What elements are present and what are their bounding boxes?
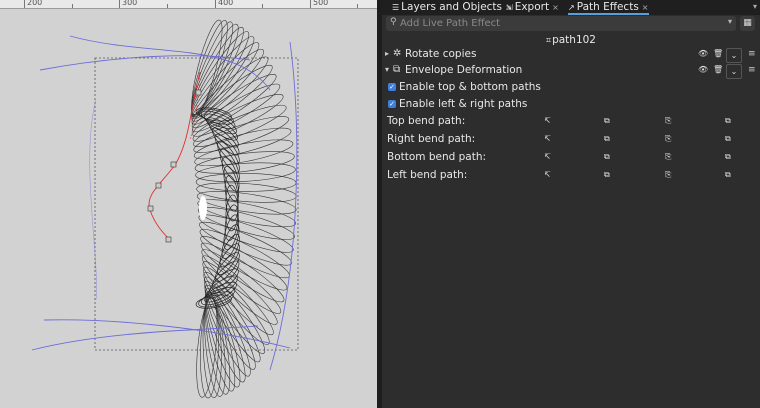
path-name-text: path102: [552, 34, 596, 46]
checkbox-checked-icon[interactable]: ✓: [388, 83, 396, 91]
link-path-icon[interactable]: ⧉: [725, 170, 731, 180]
bend-row-top: Top bend path: ↸ ⧉ ⎘ ⧉: [387, 115, 757, 130]
tab-label: Export: [514, 1, 550, 13]
paste-path-icon[interactable]: ⎘: [665, 134, 671, 144]
paste-path-icon[interactable]: ⎘: [665, 116, 671, 126]
ruler-tick: [262, 4, 263, 8]
edit-on-canvas-icon[interactable]: ↸: [544, 152, 551, 161]
drawing-canvas[interactable]: [0, 9, 377, 408]
edit-on-canvas-icon[interactable]: ↸: [544, 116, 551, 125]
bend-row-right: Right bend path: ↸ ⧉ ⎘ ⧉: [387, 133, 757, 148]
enable-left-right-checkbox[interactable]: ✓ Enable left & right paths: [388, 98, 527, 112]
search-input[interactable]: [400, 16, 720, 31]
enable-top-bottom-checkbox[interactable]: ✓ Enable top & bottom paths: [388, 81, 541, 95]
node-handle[interactable]: [195, 89, 202, 96]
left-bend-path[interactable]: [89, 99, 97, 301]
current-path-label: ⌗path102: [382, 34, 760, 46]
shape-center-hole: [199, 196, 207, 220]
edit-on-canvas-icon[interactable]: ↸: [544, 134, 551, 143]
ruler-label: 300: [122, 0, 138, 7]
link-path-icon[interactable]: ⧉: [725, 134, 731, 144]
link-path-icon[interactable]: ⧉: [725, 116, 731, 126]
rotated-copy-ellipse: [194, 139, 294, 167]
rotate-copies-icon: ✲: [393, 48, 402, 59]
path-effects-dock: ☰ Layers and Objects × ⇲ Export × ↗ Path Effe…: [382, 0, 760, 408]
chevron-down-icon[interactable]: ▾: [385, 65, 389, 74]
splitter-grip-icon[interactable]: ⋮: [378, 198, 387, 210]
copy-path-icon[interactable]: ⧉: [604, 170, 610, 180]
ruler-tick: [215, 0, 216, 8]
ruler-tick: [24, 0, 25, 8]
inner-copy-ellipse: [223, 165, 240, 202]
edit-on-canvas-icon[interactable]: ↸: [544, 170, 551, 179]
effect-label: Rotate copies: [405, 48, 477, 60]
bend-label: Top bend path:: [387, 115, 466, 127]
bend-label: Left bend path:: [387, 169, 468, 181]
ruler-label: 500: [313, 0, 329, 7]
effect-label: Envelope Deformation: [405, 64, 523, 76]
paste-path-icon[interactable]: ⎘: [665, 152, 671, 162]
drag-handle-icon[interactable]: ≡: [748, 65, 756, 75]
drag-handle-icon[interactable]: ≡: [748, 49, 756, 59]
tab-label: Layers and Objects: [401, 1, 503, 13]
ruler-label: 200: [27, 0, 43, 7]
add-path-effect-search: ⚲ ▾: [386, 16, 736, 31]
bend-label: Right bend path:: [387, 133, 476, 145]
tab-export[interactable]: ⇲ Export ×: [506, 0, 559, 15]
ruler-tick: [310, 0, 311, 8]
layers-icon: ☰: [392, 3, 400, 12]
rotated-copy-ellipse: [198, 207, 295, 240]
close-icon[interactable]: ×: [642, 3, 649, 12]
ruler-tick: [72, 4, 73, 8]
canvas-area[interactable]: 200 300 400 500: [0, 0, 377, 408]
effect-menu-button[interactable]: ⌄: [726, 64, 742, 79]
eye-icon[interactable]: 👁: [698, 49, 708, 58]
effect-row-envelope-deformation[interactable]: ▾ ⧉ Envelope Deformation 👁 🗑 ⌄ ≡: [384, 64, 758, 79]
grid-icon: ▦: [743, 18, 752, 28]
envelope-icon: ⧉: [393, 64, 401, 75]
bend-label: Bottom bend path:: [387, 151, 487, 163]
ruler-label: 400: [218, 0, 234, 7]
checkbox-label: Enable top & bottom paths: [399, 81, 541, 93]
copy-path-icon[interactable]: ⧉: [604, 134, 610, 144]
effects-gallery-button[interactable]: ▦: [740, 16, 755, 31]
ruler-tick: [357, 4, 358, 8]
tab-layers-and-objects[interactable]: ☰ Layers and Objects ×: [392, 0, 512, 15]
rotated-copy-ellipse: [195, 162, 296, 183]
rotated-copy-ellipse: [195, 173, 297, 192]
search-icon: ⚲: [390, 17, 397, 27]
node-handle[interactable]: [147, 205, 154, 212]
chevron-down-icon[interactable]: ▾: [728, 17, 732, 26]
path-icon: ⌗: [546, 36, 552, 46]
checkbox-checked-icon[interactable]: ✓: [388, 100, 396, 108]
trash-icon[interactable]: 🗑: [713, 65, 723, 74]
node-handle[interactable]: [165, 236, 172, 243]
paste-path-icon[interactable]: ⎘: [665, 170, 671, 180]
node-handle[interactable]: [170, 161, 177, 168]
checkbox-label: Enable left & right paths: [399, 98, 528, 110]
close-icon[interactable]: ×: [552, 3, 559, 12]
link-path-icon[interactable]: ⧉: [725, 152, 731, 162]
chevron-down-icon[interactable]: ▾: [753, 0, 757, 14]
copy-path-icon[interactable]: ⧉: [604, 152, 610, 162]
effect-menu-button[interactable]: ⌄: [726, 48, 742, 63]
eye-icon[interactable]: 👁: [698, 65, 708, 74]
copy-path-icon[interactable]: ⧉: [604, 116, 610, 126]
bend-row-bottom: Bottom bend path: ↸ ⧉ ⎘ ⧉: [387, 151, 757, 166]
export-icon: ⇲: [506, 3, 513, 12]
effect-row-rotate-copies[interactable]: ▸ ✲ Rotate copies 👁 🗑 ⌄ ≡: [384, 48, 758, 63]
ruler-tick: [167, 4, 168, 8]
bend-row-left: Left bend path: ↸ ⧉ ⎘ ⧉: [387, 169, 757, 184]
trash-icon[interactable]: 🗑: [713, 49, 723, 58]
horizontal-ruler[interactable]: 200 300 400 500: [0, 0, 377, 9]
chevron-right-icon[interactable]: ▸: [385, 49, 389, 58]
ruler-tick: [119, 0, 120, 8]
dock-tab-bar: ☰ Layers and Objects × ⇲ Export × ↗ Path Effe…: [382, 0, 760, 15]
path-effects-icon: ↗: [568, 3, 575, 12]
tab-label: Path Effects: [576, 1, 639, 13]
tab-path-effects[interactable]: ↗ Path Effects ×: [568, 0, 649, 15]
node-handle[interactable]: [155, 182, 162, 189]
